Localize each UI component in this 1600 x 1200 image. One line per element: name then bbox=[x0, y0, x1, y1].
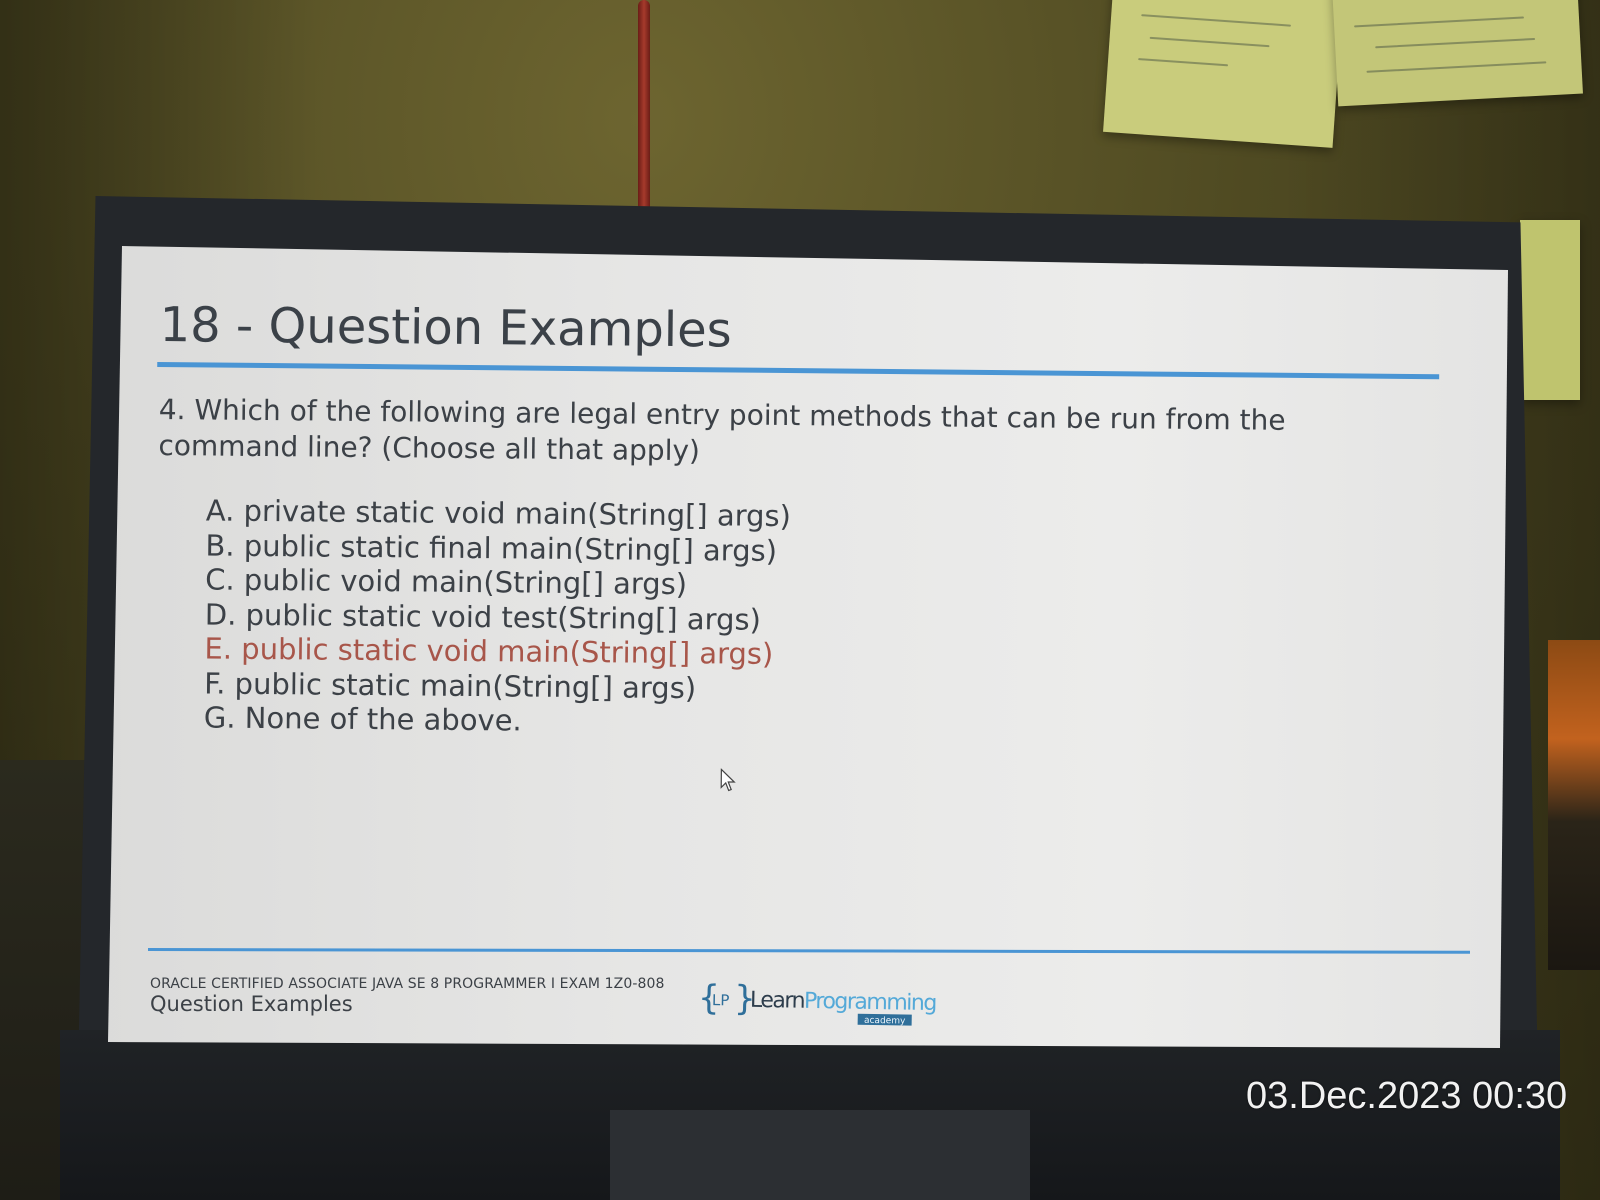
mouse-cursor-icon bbox=[720, 768, 736, 792]
logo-name-learn: Learn bbox=[750, 988, 805, 1014]
sticky-note bbox=[1332, 0, 1583, 107]
option-c: C. public void main(String[] args) bbox=[205, 562, 688, 602]
desk-clutter bbox=[1548, 640, 1600, 970]
logo-tagline: academy bbox=[864, 1016, 906, 1027]
slide: 18 - Question Examples 4. Which of the f… bbox=[153, 285, 1460, 1048]
photo-scene: 18 - Question Examples 4. Which of the f… bbox=[0, 0, 1600, 1200]
option-f: F. public static main(String[] args) bbox=[204, 665, 697, 705]
answer-options: A. private static void main(String[] arg… bbox=[204, 493, 791, 740]
learn-programming-logo: { LP } LearnProgramming academy bbox=[698, 978, 936, 1027]
question-text: 4. Which of the following are legal entr… bbox=[158, 392, 1286, 468]
red-cable bbox=[638, 0, 650, 215]
option-b: B. public static final main(String[] arg… bbox=[205, 527, 778, 568]
title-divider bbox=[157, 361, 1440, 380]
photo-timestamp: 03.Dec.2023 00:30 bbox=[1246, 1075, 1568, 1117]
option-g: G. None of the above. bbox=[203, 700, 522, 738]
option-e: E. public static void main(String[] args… bbox=[204, 631, 774, 671]
svg-text:LearnProgramming: LearnProgramming bbox=[750, 988, 936, 1016]
logo-name-programming: Programming bbox=[804, 989, 936, 1016]
sticky-note bbox=[1520, 220, 1580, 400]
footer-course-title: ORACLE CERTIFIED ASSOCIATE JAVA SE 8 PRO… bbox=[150, 976, 665, 992]
logo-badge: LP bbox=[712, 991, 730, 1009]
slide-title: 18 - Question Examples bbox=[159, 296, 732, 359]
sticky-note bbox=[1103, 0, 1343, 148]
option-a: A. private static void main(String[] arg… bbox=[205, 493, 792, 534]
option-d: D. public static void test(String[] args… bbox=[204, 596, 762, 637]
footer-section-title: Question Examples bbox=[150, 992, 353, 1016]
monitor-stand bbox=[610, 1110, 1030, 1200]
